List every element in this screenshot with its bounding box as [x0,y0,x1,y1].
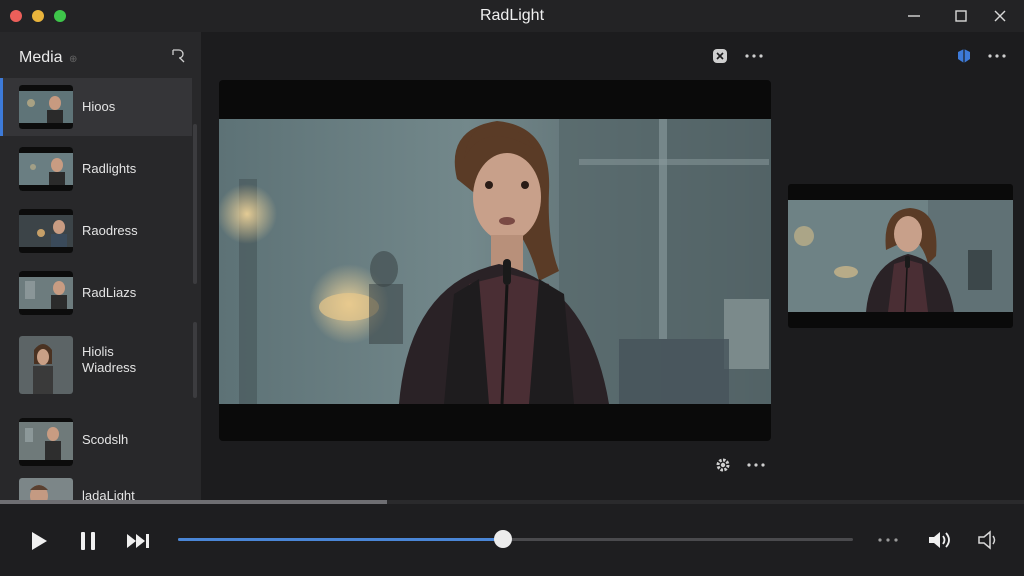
list-item[interactable]: Raodress [0,202,192,260]
media-sidebar: Media ⊕ Hioos Radlights Raodress RadLiaz… [0,32,201,500]
more-icon[interactable] [744,47,764,65]
video-frame [788,200,1013,312]
thumbnail [19,85,73,129]
playback-controls [0,504,1024,576]
volume-icon[interactable] [926,529,952,551]
item-label: Hiolis Wiadress [82,344,137,375]
more-icon[interactable] [877,532,899,548]
skip-forward-icon[interactable] [125,530,151,552]
thumbnail [19,336,73,394]
thumbnail [19,418,73,466]
window-title: RadLight [479,7,545,24]
thumbnail [19,147,73,191]
item-label: Raodress [82,223,138,238]
item-label: Scodslh [82,432,129,447]
sidebar-scrollbar-lower[interactable] [193,322,197,398]
item-label: RadLiazs [82,285,137,300]
thumbnail [19,478,73,500]
sidebar-scrollbar[interactable] [193,124,197,284]
title-bar: RadLight [0,0,1024,32]
minimize-icon[interactable] [904,6,924,26]
item-label: ladaLight [82,488,135,500]
audio-output-icon[interactable] [976,529,1002,551]
item-label: Hioos [82,99,116,114]
list-item[interactable]: RadLiazs [0,264,192,322]
seek-progress [178,538,504,541]
media-icon[interactable] [711,47,729,65]
close-icon[interactable] [990,6,1010,26]
thumbnail [19,209,73,253]
video-player-main[interactable] [219,80,771,441]
list-item[interactable]: Hioos [0,78,192,136]
list-item[interactable]: Scodslh [0,410,192,468]
list-item[interactable]: Radlights [0,140,192,198]
pause-icon[interactable] [77,530,99,552]
seek-bar[interactable] [178,530,853,548]
seek-handle[interactable] [494,530,513,548]
more-icon[interactable] [987,47,1007,65]
sidebar-title: Media [19,49,63,66]
list-item[interactable]: Hiolis Wiadress [0,326,192,410]
gear-icon[interactable] [713,456,733,474]
video-player-secondary[interactable] [788,184,1013,328]
video-frame [219,119,771,404]
search-icon[interactable] [170,47,186,63]
play-icon[interactable] [28,530,50,552]
more-icon[interactable] [746,456,766,474]
list-item[interactable]: ladaLight [0,476,192,500]
drag-handle-icon: ⊕ [69,54,78,65]
maximize-icon[interactable] [951,6,971,26]
item-label: Radlights [82,161,137,176]
thumbnail [19,271,73,315]
cast-icon[interactable] [955,47,973,65]
